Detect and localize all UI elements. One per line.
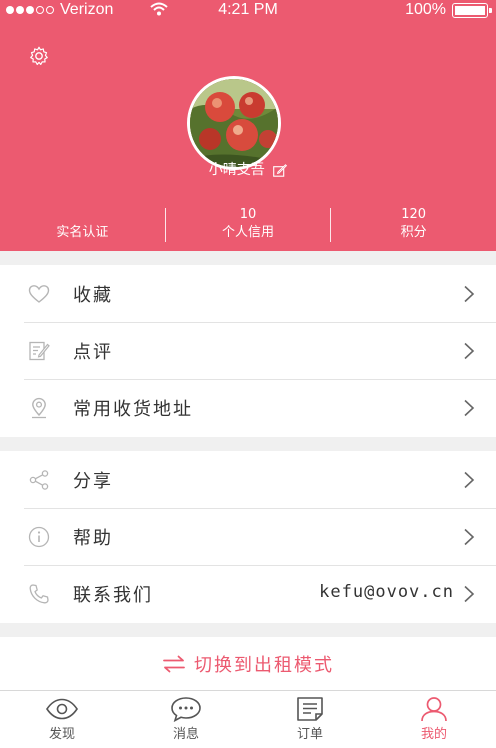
menu-item-label: 帮助 <box>73 528 113 549</box>
menu-item-label: 点评 <box>73 342 113 363</box>
phone-icon <box>29 584 49 604</box>
battery-icon <box>452 2 492 18</box>
chevron-right-icon <box>464 285 475 303</box>
tab-orders[interactable]: 订单 <box>248 691 372 748</box>
stat-label: 积分 <box>400 225 427 240</box>
chevron-right-icon <box>464 528 475 546</box>
menu-item-label: 联系我们 <box>73 585 153 606</box>
person-icon <box>421 697 447 722</box>
chevron-right-icon <box>464 471 475 489</box>
location-icon <box>32 397 46 419</box>
switch-mode-label: 切换到出租模式 <box>194 654 334 676</box>
chevron-right-icon <box>464 399 475 417</box>
menu-item-label: 收藏 <box>73 285 113 306</box>
heart-icon <box>28 285 50 303</box>
battery-percent: 100% <box>405 1 446 18</box>
avatar[interactable] <box>187 76 281 170</box>
chevron-right-icon <box>464 342 475 360</box>
username: 小晴支吾 <box>208 162 265 178</box>
menu-item-share[interactable]: 分享 <box>0 451 496 508</box>
stat-label: 个人信用 <box>222 225 275 240</box>
contact-email: kefu@ovov.cn <box>319 582 454 602</box>
tab-messages[interactable]: 消息 <box>124 691 248 748</box>
tab-bar: 发现 消息 订单 我的 <box>0 690 496 748</box>
message-icon <box>171 697 201 722</box>
stat-points[interactable]: 120 积分 <box>331 206 496 246</box>
menu-item-label: 常用收货地址 <box>73 399 193 420</box>
menu-item-reviews[interactable]: 点评 <box>0 322 496 379</box>
eye-icon <box>46 698 78 720</box>
swap-icon <box>163 655 185 672</box>
menu-item-favorites[interactable]: 收藏 <box>0 265 496 322</box>
profile-header: Verizon 4:21 PM 100% 小晴支吾 实名认证 10 个人信用 1… <box>0 0 496 251</box>
status-bar: Verizon 4:21 PM 100% <box>0 0 496 22</box>
tab-me[interactable]: 我的 <box>372 691 496 748</box>
tab-label: 消息 <box>172 727 199 742</box>
chevron-right-icon <box>464 585 475 603</box>
tab-label: 订单 <box>296 727 323 742</box>
menu-item-addresses[interactable]: 常用收货地址 <box>0 379 496 436</box>
info-icon <box>28 526 50 548</box>
stat-value: 10 <box>239 207 257 222</box>
profile-stats: 实名认证 10 个人信用 120 积分 <box>0 206 496 246</box>
menu-group-2: 分享 帮助 联系我们 kefu@ovov.cn <box>0 451 496 623</box>
switch-mode-button[interactable]: 切换到出租模式 <box>0 637 496 690</box>
menu-item-help[interactable]: 帮助 <box>0 508 496 565</box>
tab-label: 我的 <box>420 727 447 742</box>
edit-icon[interactable] <box>273 163 288 177</box>
menu-group-1: 收藏 点评 常用收货地址 <box>0 265 496 437</box>
stat-credit[interactable]: 10 个人信用 <box>166 206 331 246</box>
share-icon <box>29 470 49 490</box>
stat-verification[interactable]: 实名认证 <box>0 206 165 246</box>
battery-info: 100% <box>405 1 492 19</box>
stat-value: 120 <box>401 207 427 222</box>
menu-item-contact[interactable]: 联系我们 kefu@ovov.cn <box>0 565 496 622</box>
stat-label: 实名认证 <box>56 225 109 240</box>
tab-discover[interactable]: 发现 <box>0 691 124 748</box>
tab-label: 发现 <box>48 727 75 742</box>
review-icon <box>29 341 50 361</box>
order-icon <box>297 697 323 721</box>
username-row[interactable]: 小晴支吾 <box>0 159 496 179</box>
avatar-image <box>190 79 278 167</box>
gear-icon[interactable] <box>28 45 50 67</box>
menu-item-label: 分享 <box>73 471 113 492</box>
